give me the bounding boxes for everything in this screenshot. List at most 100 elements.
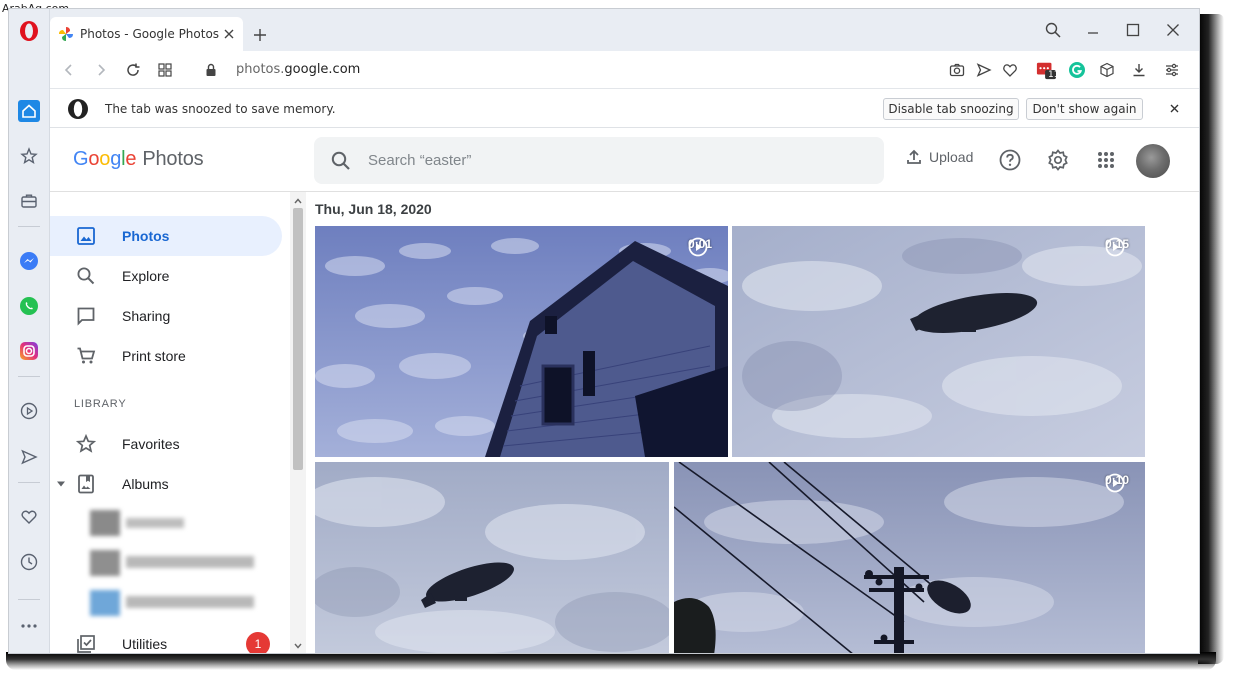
tab-google-photos[interactable]: Photos - Google Photos [50,17,243,51]
easy-setup-icon[interactable] [1162,60,1182,80]
search-bar[interactable] [314,137,884,184]
upload-button[interactable]: Upload [905,148,973,166]
scrollbar-thumb[interactable] [293,208,303,470]
star-icon[interactable] [18,145,40,167]
photo-tile[interactable]: 0:10 [674,462,1145,653]
snapshot-camera-icon[interactable] [947,60,967,80]
cart-icon [74,344,98,368]
minimize-button[interactable] [1082,19,1104,41]
disable-tab-snoozing-button[interactable]: Disable tab snoozing [883,98,1019,120]
close-window-button[interactable] [1162,19,1184,41]
play-icon[interactable] [688,237,708,257]
opera-o-icon [68,99,88,119]
nav-item-utilities[interactable]: Utilities 1 [50,624,282,653]
search-icon [74,264,98,288]
dont-show-again-button[interactable]: Don't show again [1026,98,1143,120]
blimp-photo-image [732,226,1145,457]
nav-item-print-store[interactable]: Print store [50,336,282,376]
tabs-grid-icon[interactable] [155,60,175,80]
url-host: google.com [284,62,361,77]
heart-icon[interactable] [18,506,40,528]
search-icon[interactable] [330,150,352,172]
logo-product-name: Photos [142,148,204,170]
nav-scrollbar[interactable] [290,192,306,653]
play-icon[interactable] [1105,237,1125,257]
screenshot-stage: ArabAq.com [0,0,1243,698]
nav-item-explore[interactable]: Explore [50,256,282,296]
opera-logo-icon[interactable] [18,19,40,43]
video-duration: 0:10 [1105,473,1135,493]
tab-close-icon[interactable] [221,26,237,42]
library-section-label: LIBRARY [74,398,127,410]
photo-tile[interactable] [315,462,669,653]
nav-item-albums[interactable]: Albums [50,464,282,504]
whatsapp-icon[interactable] [18,295,40,317]
help-icon[interactable] [998,148,1022,172]
chat-bubble-icon [74,304,98,328]
scroll-up-arrow-icon[interactable] [293,196,303,206]
scroll-down-arrow-icon[interactable] [293,641,303,651]
nav-label: Photos [122,228,170,244]
blimp-powerlines-photo-image [674,462,1145,653]
player-icon[interactable] [18,400,40,422]
blimp-low-photo-image [315,462,669,653]
nav-item-photos[interactable]: Photos [50,216,282,256]
maximize-button[interactable] [1122,19,1144,41]
url-field[interactable]: photos.google.com [236,62,360,77]
close-snooze-bar-icon[interactable] [1167,101,1181,115]
upload-icon [907,149,921,164]
blurred-album-3[interactable] [90,590,256,616]
download-icon[interactable] [1129,60,1149,80]
sidebar-divider [18,599,40,600]
back-button[interactable] [59,60,79,80]
account-avatar[interactable] [1136,144,1170,178]
photo-tile[interactable]: 0:01 [315,226,728,457]
nav-label: Sharing [122,308,171,324]
photo-icon [74,224,98,248]
house-photo-image [315,226,728,457]
instagram-icon[interactable] [18,340,40,362]
google-photos-favicon-icon [59,27,73,41]
blurred-album-1[interactable] [90,510,186,536]
star-icon [74,432,98,456]
sidebar-divider [18,482,40,483]
settings-gear-icon[interactable] [1046,148,1070,172]
search-input[interactable] [368,148,848,172]
expand-caret-icon[interactable] [56,479,66,489]
browser-window: Photos - Google Photos photos.google.com… [8,8,1200,654]
browser-search-icon[interactable] [1042,19,1064,41]
more-dots-icon[interactable] [18,615,40,637]
reload-button[interactable] [123,60,143,80]
google-photos-logo[interactable]: Google Photos [73,148,204,171]
extension-badge-count: 11 [1048,70,1060,80]
grammarly-icon[interactable] [1067,60,1087,80]
send-icon[interactable] [18,446,40,468]
sidebar-divider [18,226,40,227]
apps-grid-icon[interactable] [1094,148,1118,172]
flow-send-icon[interactable] [974,60,994,80]
video-duration: 0:01 [688,237,718,257]
extension-badge-icon[interactable]: 11 [1036,60,1060,80]
date-group-heading: Thu, Jun 18, 2020 [315,201,432,217]
checkbox-icon [74,632,98,653]
photo-tile[interactable]: 0:15 [732,226,1145,457]
new-tab-button[interactable] [250,25,270,45]
forward-button[interactable] [91,60,111,80]
album-icon [74,472,98,496]
nav-label: Utilities [122,636,168,652]
history-icon[interactable] [18,551,40,573]
video-duration: 0:15 [1105,237,1135,257]
briefcase-icon[interactable] [18,190,40,212]
cube-extension-icon[interactable] [1097,60,1117,80]
home-icon[interactable] [18,100,40,122]
left-navigation: Photos Explore Sharing Print store LIBRA… [50,192,290,653]
nav-label: Explore [122,268,170,284]
nav-item-sharing[interactable]: Sharing [50,296,282,336]
lock-icon[interactable] [201,60,221,80]
blurred-album-2[interactable] [90,550,256,576]
play-icon[interactable] [1105,473,1125,493]
nav-item-favorites[interactable]: Favorites [50,424,282,464]
tab-snooze-bar: The tab was snoozed to save memory. Disa… [50,89,1199,128]
bookmark-heart-icon[interactable] [1000,60,1020,80]
messenger-icon[interactable] [18,250,40,272]
